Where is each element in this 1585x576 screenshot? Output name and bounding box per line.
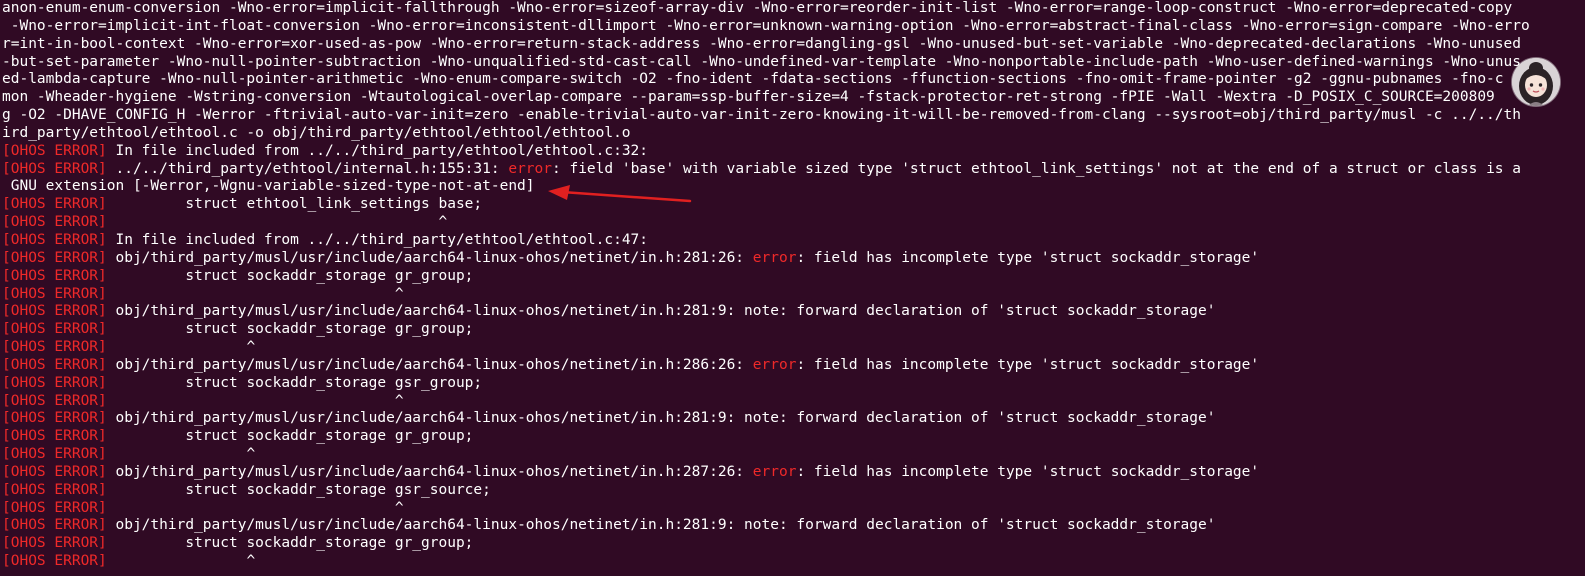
line-text: struct sockaddr_storage gr_group; [106, 428, 474, 445]
line-text: obj/third_party/musl/usr/include/aarch64… [106, 463, 753, 480]
line-text: struct ethtool_link_settings base; [106, 196, 483, 213]
terminal-line: ird_party/ethtool/ethtool.c -o obj/third… [2, 125, 1585, 143]
error-keyword: error [752, 463, 797, 480]
terminal-line: [OHOS ERROR] obj/third_party/musl/usr/in… [2, 303, 1585, 321]
line-text: ^ [106, 392, 404, 409]
line-text: ^ [106, 285, 404, 302]
terminal-line: [OHOS ERROR] obj/third_party/musl/usr/in… [2, 517, 1585, 535]
line-text: -Wno-error=implicit-int-float-conversion… [2, 17, 1530, 34]
terminal-line: [OHOS ERROR] ^ [2, 393, 1585, 411]
ohos-error-tag: [OHOS ERROR] [2, 303, 107, 320]
terminal-line: [OHOS ERROR] struct ethtool_link_setting… [2, 196, 1585, 214]
terminal-line: [OHOS ERROR] struct sockaddr_storage gr_… [2, 321, 1585, 339]
line-text: struct sockaddr_storage gr_group; [106, 267, 474, 284]
line-text: : field 'base' with variable sized type … [552, 160, 1522, 177]
ohos-error-tag: [OHOS ERROR] [2, 321, 107, 338]
terminal-line: [OHOS ERROR] ../../third_party/ethtool/i… [2, 161, 1585, 179]
terminal-line: [OHOS ERROR] obj/third_party/musl/usr/in… [2, 464, 1585, 482]
line-text: : field has incomplete type 'struct sock… [796, 463, 1260, 480]
ohos-error-tag: [OHOS ERROR] [2, 356, 107, 373]
error-keyword: error [752, 356, 797, 373]
terminal-line: r=int-in-bool-context -Wno-error=xor-use… [2, 36, 1585, 54]
terminal-line: [OHOS ERROR] In file included from ../..… [2, 143, 1585, 161]
line-text: anon-enum-enum-conversion -Wno-error=imp… [2, 0, 1513, 16]
line-text: mon -Wheader-hygiene -Wstring-conversion… [2, 89, 1495, 106]
line-text: ^ [106, 214, 448, 231]
line-text: ^ [106, 499, 404, 516]
line-text: obj/third_party/musl/usr/include/aarch64… [106, 410, 1216, 427]
line-text: In file included from ../../third_party/… [106, 231, 649, 248]
line-text: ../../third_party/ethtool/internal.h:155… [106, 160, 509, 177]
error-keyword: error [752, 249, 797, 266]
terminal-line: [OHOS ERROR] obj/third_party/musl/usr/in… [2, 357, 1585, 375]
cartoon-girl-avatar-icon [1512, 58, 1560, 106]
terminal-line: ed-lambda-capture -Wno-null-pointer-arit… [2, 71, 1585, 89]
line-text: struct sockaddr_storage gsr_source; [106, 481, 491, 498]
ohos-error-tag: [OHOS ERROR] [2, 463, 107, 480]
ohos-error-tag: [OHOS ERROR] [2, 142, 107, 159]
ohos-error-tag: [OHOS ERROR] [2, 231, 107, 248]
terminal-line: g -O2 -DHAVE_CONFIG_H -Werror -ftrivial-… [2, 107, 1585, 125]
terminal-line: [OHOS ERROR] ^ [2, 553, 1585, 571]
line-text: ^ [106, 339, 256, 356]
terminal-line: [OHOS ERROR] struct sockaddr_storage gsr… [2, 375, 1585, 393]
line-text: g -O2 -DHAVE_CONFIG_H -Werror -ftrivial-… [2, 107, 1521, 124]
line-text: ed-lambda-capture -Wno-null-pointer-arit… [2, 71, 1504, 88]
ohos-error-tag: [OHOS ERROR] [2, 339, 107, 356]
terminal-line: [OHOS ERROR] ^ [2, 446, 1585, 464]
line-text: obj/third_party/musl/usr/include/aarch64… [106, 249, 753, 266]
ohos-error-tag: [OHOS ERROR] [2, 553, 107, 570]
line-text: : field has incomplete type 'struct sock… [796, 356, 1260, 373]
ohos-error-tag: [OHOS ERROR] [2, 285, 107, 302]
terminal-output: anon-enum-enum-conversion -Wno-error=imp… [2, 0, 1585, 571]
ohos-error-tag: [OHOS ERROR] [2, 249, 107, 266]
line-text: obj/third_party/musl/usr/include/aarch64… [106, 303, 1216, 320]
line-text: obj/third_party/musl/usr/include/aarch64… [106, 517, 1216, 534]
avatar[interactable] [1512, 58, 1560, 106]
ohos-error-tag: [OHOS ERROR] [2, 428, 107, 445]
terminal-line: [OHOS ERROR] ^ [2, 339, 1585, 357]
line-text: ^ [106, 553, 256, 570]
terminal-line: -Wno-error=implicit-int-float-conversion… [2, 18, 1585, 36]
line-text: obj/third_party/musl/usr/include/aarch64… [106, 356, 753, 373]
terminal-window[interactable]: anon-enum-enum-conversion -Wno-error=imp… [0, 0, 1585, 576]
terminal-line: mon -Wheader-hygiene -Wstring-conversion… [2, 89, 1585, 107]
terminal-line: [OHOS ERROR] ^ [2, 500, 1585, 518]
line-text: struct sockaddr_storage gr_group; [106, 535, 474, 552]
terminal-line: [OHOS ERROR] struct sockaddr_storage gsr… [2, 482, 1585, 500]
ohos-error-tag: [OHOS ERROR] [2, 374, 107, 391]
line-text: struct sockaddr_storage gr_group; [106, 321, 474, 338]
terminal-line: [OHOS ERROR] obj/third_party/musl/usr/in… [2, 250, 1585, 268]
line-text: : field has incomplete type 'struct sock… [796, 249, 1260, 266]
ohos-error-tag: [OHOS ERROR] [2, 499, 107, 516]
ohos-error-tag: [OHOS ERROR] [2, 410, 107, 427]
line-text: r=int-in-bool-context -Wno-error=xor-use… [2, 35, 1521, 52]
error-keyword: error [508, 160, 552, 177]
line-text: -but-set-parameter -Wno-null-pointer-sub… [2, 53, 1521, 70]
terminal-line: [OHOS ERROR] ^ [2, 286, 1585, 304]
line-text: ^ [106, 446, 256, 463]
terminal-line: [OHOS ERROR] ^ [2, 214, 1585, 232]
ohos-error-tag: [OHOS ERROR] [2, 446, 107, 463]
ohos-error-tag: [OHOS ERROR] [2, 267, 107, 284]
ohos-error-tag: [OHOS ERROR] [2, 214, 107, 231]
terminal-line: [OHOS ERROR] struct sockaddr_storage gr_… [2, 428, 1585, 446]
ohos-error-tag: [OHOS ERROR] [2, 160, 107, 177]
ohos-error-tag: [OHOS ERROR] [2, 392, 107, 409]
terminal-line: GNU extension [-Werror,-Wgnu-variable-si… [2, 178, 1585, 196]
ohos-error-tag: [OHOS ERROR] [2, 196, 107, 213]
terminal-line: [OHOS ERROR] In file included from ../..… [2, 232, 1585, 250]
line-text: struct sockaddr_storage gsr_group; [106, 374, 483, 391]
ohos-error-tag: [OHOS ERROR] [2, 481, 107, 498]
terminal-line: -but-set-parameter -Wno-null-pointer-sub… [2, 54, 1585, 72]
ohos-error-tag: [OHOS ERROR] [2, 517, 107, 534]
line-text: GNU extension [-Werror,-Wgnu-variable-si… [2, 178, 535, 195]
terminal-line: [OHOS ERROR] struct sockaddr_storage gr_… [2, 535, 1585, 553]
terminal-line: [OHOS ERROR] struct sockaddr_storage gr_… [2, 268, 1585, 286]
terminal-line: [OHOS ERROR] obj/third_party/musl/usr/in… [2, 410, 1585, 428]
terminal-line: anon-enum-enum-conversion -Wno-error=imp… [2, 0, 1585, 18]
ohos-error-tag: [OHOS ERROR] [2, 535, 107, 552]
line-text: ird_party/ethtool/ethtool.c -o obj/third… [2, 124, 631, 141]
line-text: In file included from ../../third_party/… [106, 142, 649, 159]
